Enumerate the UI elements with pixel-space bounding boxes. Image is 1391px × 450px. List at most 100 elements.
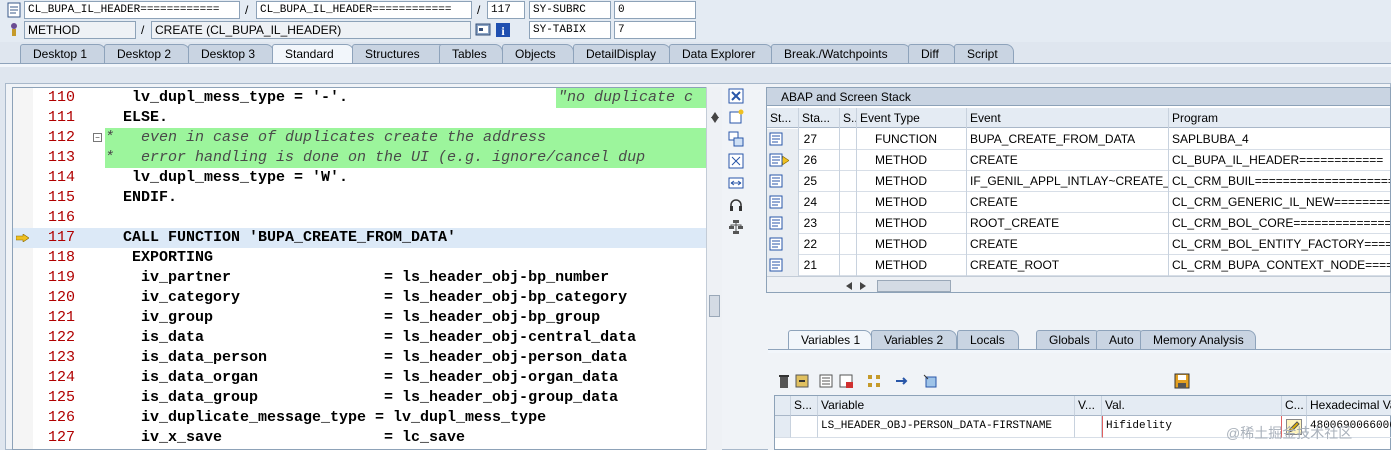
col-header-s[interactable]: S... [791, 396, 818, 416]
tab-memory-analysis[interactable]: Memory Analysis [1140, 330, 1256, 350]
tab-desktop-1[interactable]: Desktop 1 [20, 44, 106, 64]
tab-diff[interactable]: Diff [908, 44, 956, 64]
tab-structures[interactable]: Structures [352, 44, 448, 64]
tab-tables[interactable]: Tables [439, 44, 503, 64]
stack-row[interactable]: 26 METHOD CREATE CL_BUPA_IL_HEADER=========… [767, 150, 1390, 171]
import-icon[interactable] [794, 373, 810, 389]
class-field[interactable]: CL_BUPA_IL_HEADER============ [24, 1, 240, 19]
trailing-comment: "no duplicate c [556, 88, 716, 108]
variable-name-cell[interactable]: LS_HEADER_OBJ-PERSON_DATA-FIRSTNAME [818, 416, 1075, 438]
code-line[interactable]: 115 ENDIF. [13, 188, 709, 208]
code-line[interactable]: 116 [13, 208, 709, 228]
scroll-left-icon[interactable] [845, 281, 853, 291]
code-line[interactable]: 121 iv_group = ls_header_obj-bp_group [13, 308, 709, 328]
col-header-event-type[interactable]: Event Type [857, 108, 967, 129]
col-header-hex[interactable]: Hexadecimal Va [1307, 396, 1391, 416]
col-header-st[interactable]: St... [767, 108, 799, 129]
editor-vertical-scrollbar[interactable] [706, 87, 722, 450]
col-header-variable[interactable]: Variable [818, 396, 1075, 416]
program-icon [7, 2, 21, 18]
row-select-header[interactable] [775, 396, 791, 416]
list-remove-icon[interactable] [838, 373, 854, 389]
scroll-thumb[interactable] [709, 295, 720, 317]
tab-desktop-3[interactable]: Desktop 3 [188, 44, 274, 64]
tab-globals[interactable]: Globals [1036, 330, 1102, 350]
col-header-s[interactable]: S... [840, 108, 857, 129]
code-line[interactable]: 125 is_data_group = ls_header_obj-group_d… [13, 388, 709, 408]
stack-row[interactable]: 25 METHOD IF_GENIL_APPL_INTLAY~CREATE_... C… [767, 171, 1390, 192]
code-line[interactable]: 127 iv_x_save = lc_save [13, 428, 709, 448]
col-header-v[interactable]: V... [1075, 396, 1102, 416]
save-icon[interactable] [1174, 373, 1190, 389]
tab-objects[interactable]: Objects [502, 44, 574, 64]
stack-cell-event: CREATE_ROOT [967, 255, 1169, 276]
line-number: 119 [47, 269, 75, 286]
tab-variables-2[interactable]: Variables 2 [871, 330, 957, 350]
tab-locals[interactable]: Locals [957, 330, 1019, 350]
scroll-right-icon[interactable] [859, 281, 867, 291]
swap-window-icon[interactable] [728, 131, 744, 147]
line-number: 125 [47, 389, 75, 406]
stack-row[interactable]: 22 METHOD CREATE CL_CRM_BOL_ENTITY_FACTORY=… [767, 234, 1390, 255]
code-line[interactable]: 114 lv_dupl_mess_type = 'W'. [13, 168, 709, 188]
new-window-icon[interactable] [728, 109, 744, 125]
code-text: lv_dupl_mess_type = 'W'. [132, 169, 349, 186]
tab-script[interactable]: Script [954, 44, 1014, 64]
stack-header: St... Sta... S... Event Type Event Progr… [767, 108, 1390, 129]
code-line[interactable]: 122 is_data = ls_header_obj-central_data [13, 328, 709, 348]
stack-row[interactable]: 23 METHOD ROOT_CREATE CL_CRM_BOL_CORE======… [767, 213, 1390, 234]
hierarchy-icon[interactable] [866, 373, 882, 389]
tab-standard[interactable]: Standard [272, 44, 354, 64]
tab-detail-display[interactable]: DetailDisplay [573, 44, 671, 64]
tab-variables-1[interactable]: Variables 1 [788, 330, 872, 350]
code-line[interactable]: 119 iv_partner = ls_header_obj-bp_number [13, 268, 709, 288]
list-icon[interactable] [818, 373, 834, 389]
row-selector[interactable] [775, 416, 791, 438]
display-icon[interactable] [475, 22, 491, 38]
source-editor[interactable]: 110 lv_dupl_mess_type = '-'. "no duplicate… [12, 87, 722, 450]
col-header-stack-level[interactable]: Sta... [799, 108, 840, 129]
fold-toggle-icon[interactable]: − [93, 133, 102, 142]
col-header-program[interactable]: Program [1169, 108, 1390, 129]
code-line[interactable]: 123 is_data_person = ls_header_obj-person… [13, 348, 709, 368]
col-header-event[interactable]: Event [967, 108, 1169, 129]
code-line[interactable]: 112 * even in case of duplicates create t… [13, 128, 709, 148]
code-line[interactable]: 124 is_data_organ = ls_header_obj-organ_d… [13, 368, 709, 388]
code-line[interactable]: 111 ELSE. [13, 108, 709, 128]
code-line[interactable]: 120 iv_category = ls_header_obj-bp_catego… [13, 288, 709, 308]
stack-cell-program: CL_CRM_GENERIC_IL_NEW======== [1169, 192, 1390, 213]
code-line[interactable]: 117 CALL FUNCTION 'BUPA_CREATE_FROM_DATA' [13, 228, 709, 248]
col-header-c[interactable]: C... [1282, 396, 1307, 416]
event-type-field: METHOD [24, 21, 136, 39]
h-scroll-thumb[interactable] [877, 280, 951, 292]
structure-icon[interactable] [728, 219, 744, 235]
tab-desktop-2[interactable]: Desktop 2 [104, 44, 190, 64]
headset-icon[interactable] [728, 197, 744, 213]
resize-horizontal-icon[interactable] [728, 175, 744, 191]
stack-row[interactable]: 21 METHOD CREATE_ROOT CL_CRM_BUPA_CONTEXT_N… [767, 255, 1390, 276]
stack-horizontal-scrollbar[interactable] [767, 276, 1390, 292]
code-line[interactable]: 113 * error handling is done on the UI (e… [13, 148, 709, 168]
tab-data-explorer[interactable]: Data Explorer [669, 44, 773, 64]
stack-row[interactable]: 27 FUNCTION BUPA_CREATE_FROM_DATA SAPLBUBA_… [767, 129, 1390, 150]
line-number-field[interactable]: 117 [487, 1, 525, 19]
code-line[interactable]: 110 lv_dupl_mess_type = '-'. "no duplicate… [13, 88, 716, 108]
code-line[interactable]: 126 iv_duplicate_message_type = lv_dupl_m… [13, 408, 709, 428]
col-header-value[interactable]: Val. [1102, 396, 1282, 416]
code-text: is_data_group = ls_header_obj-group_data [141, 389, 619, 406]
stack-row[interactable]: 24 METHOD CREATE CL_CRM_GENERIC_IL_NEW=====… [767, 192, 1390, 213]
scroll-down-icon[interactable] [710, 116, 720, 124]
include-field[interactable]: CL_BUPA_IL_HEADER============ [256, 1, 472, 19]
code-text: CALL FUNCTION 'BUPA_CREATE_FROM_DATA' [123, 229, 457, 246]
close-icon[interactable] [728, 88, 744, 104]
info-icon[interactable]: i [495, 22, 511, 38]
navigate-icon[interactable] [894, 373, 910, 389]
code-line[interactable]: 118 EXPORTING [13, 248, 709, 268]
stack-row-status [840, 192, 857, 213]
maximize-icon[interactable] [728, 153, 744, 169]
delete-icon[interactable] [776, 373, 792, 389]
open-window-icon[interactable] [922, 373, 938, 389]
tab-auto[interactable]: Auto [1096, 330, 1146, 350]
tab-breakpoints[interactable]: Break./Watchpoints [771, 44, 911, 64]
code-object-icon [769, 174, 783, 188]
